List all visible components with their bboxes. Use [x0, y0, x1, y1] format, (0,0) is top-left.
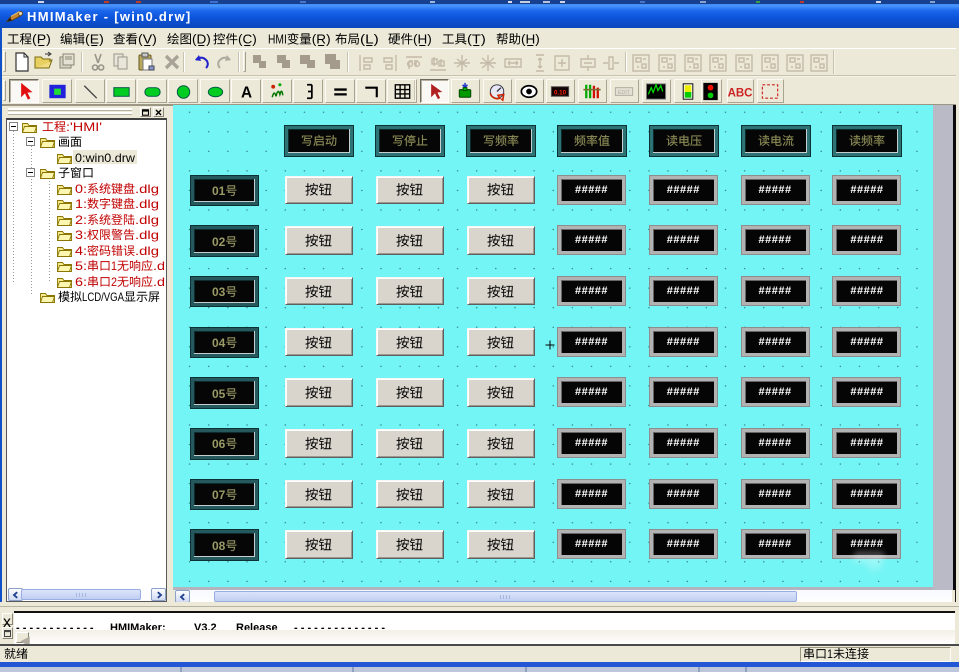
svg-text:.dlg: .dlg: [135, 244, 159, 258]
svg-text:0:: 0:: [75, 182, 87, 196]
svg-text:(C): (C): [238, 32, 257, 46]
svg-text:HMI: HMI: [268, 32, 287, 46]
svg-text:EDIT: EDIT: [618, 90, 631, 96]
svg-text:(E): (E): [85, 32, 104, 46]
svg-text:1:: 1:: [75, 197, 87, 211]
svg-text:1: 1: [827, 647, 833, 661]
svg-text:(V): (V): [138, 32, 157, 46]
svg-text:LCD/VGA: LCD/VGA: [82, 290, 124, 304]
svg-text:(H): (H): [413, 32, 432, 46]
svg-text:(D): (D): [192, 32, 211, 46]
svg-text:01: 01: [212, 184, 226, 198]
svg-text:.dlg: .dlg: [135, 228, 159, 242]
svg-text:ABC: ABC: [728, 87, 752, 99]
svg-text:2: 2: [111, 275, 117, 289]
svg-text:0.10: 0.10: [554, 89, 567, 96]
svg-text:4:: 4:: [75, 244, 87, 258]
svg-text:6:: 6:: [75, 275, 87, 289]
svg-text:02: 02: [212, 235, 226, 249]
svg-text:.dlg: .dlg: [135, 182, 159, 196]
svg-text:5:: 5:: [75, 259, 87, 273]
svg-text:05: 05: [212, 387, 226, 401]
svg-text:.dlg: .dlg: [135, 197, 159, 211]
svg-text:A: A: [241, 84, 252, 101]
svg-text:07: 07: [212, 488, 226, 502]
svg-text:.d: .d: [153, 259, 165, 273]
svg-text:(R): (R): [312, 32, 331, 46]
svg-text:(P): (P): [32, 32, 51, 46]
svg-text:08: 08: [212, 539, 226, 553]
svg-text:03: 03: [212, 285, 226, 299]
svg-text:04: 04: [212, 336, 226, 350]
svg-text:3:: 3:: [75, 228, 87, 242]
svg-text:(T): (T): [467, 32, 486, 46]
svg-text:2:: 2:: [75, 213, 87, 227]
svg-text:.d: .d: [153, 275, 165, 289]
svg-text:06: 06: [212, 437, 226, 451]
svg-text::'HMI': :'HMI': [66, 120, 102, 134]
svg-text:0:win0.drw: 0:win0.drw: [75, 151, 135, 165]
svg-text:(H): (H): [521, 32, 540, 46]
svg-text:.dlg: .dlg: [135, 213, 159, 227]
svg-text:1: 1: [111, 259, 117, 273]
svg-text:(L): (L): [360, 32, 379, 46]
